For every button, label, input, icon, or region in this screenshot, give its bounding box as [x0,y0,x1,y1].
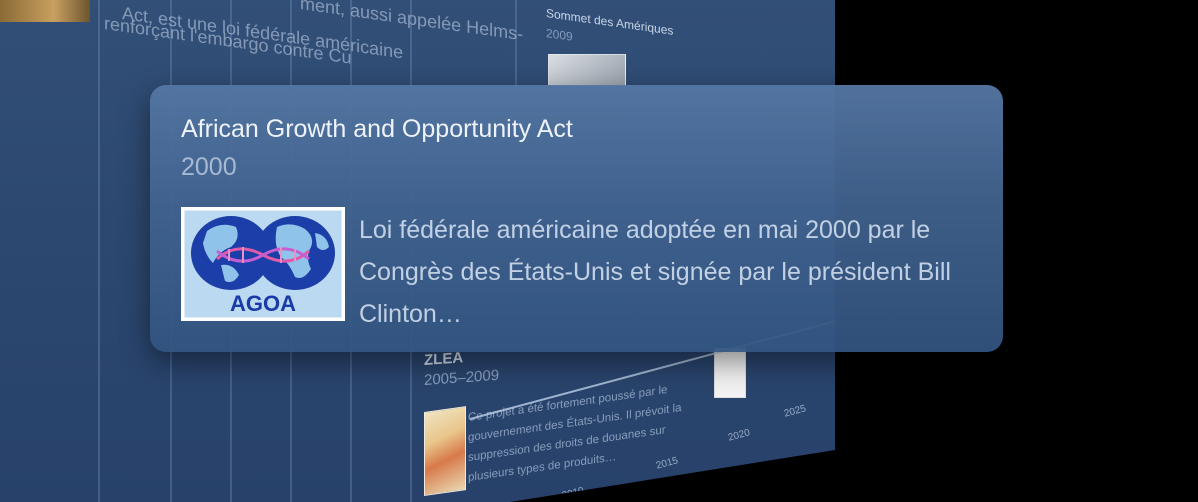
event-title[interactable]: ZLEA [424,349,463,369]
agoa-logo-icon: AGOA [181,207,345,321]
logo-text: AGOA [230,291,296,316]
timeline-divider [98,0,100,502]
event-photo-thumbnail[interactable] [0,0,90,22]
card-year: 2000 [181,153,237,181]
event-year: 2009 [546,26,573,44]
event-detail-card[interactable]: African Growth and Opportunity Act 2000 … [150,85,1003,352]
card-description: Loi fédérale américaine adoptée en mai 2… [359,216,951,328]
agoa-logo-icon[interactable]: AGOA [181,207,345,321]
event-photo-thumbnail[interactable] [548,54,626,86]
document-thumbnail[interactable] [714,348,746,398]
timeline-divider [515,0,517,90]
axis-tick-label: 2020 [726,427,752,444]
event-description: Ce projet a été fortement poussé par le … [468,383,682,484]
event-year: 2005–2009 [424,366,500,389]
axis-tick-label: 2025 [782,403,808,420]
axis-tick-label: 2010 [560,485,586,502]
timeline-stage: Act, est une loi fédérale américaine ren… [0,0,1198,502]
map-thumbnail[interactable] [424,406,466,496]
card-title: African Growth and Opportunity Act [181,115,573,143]
